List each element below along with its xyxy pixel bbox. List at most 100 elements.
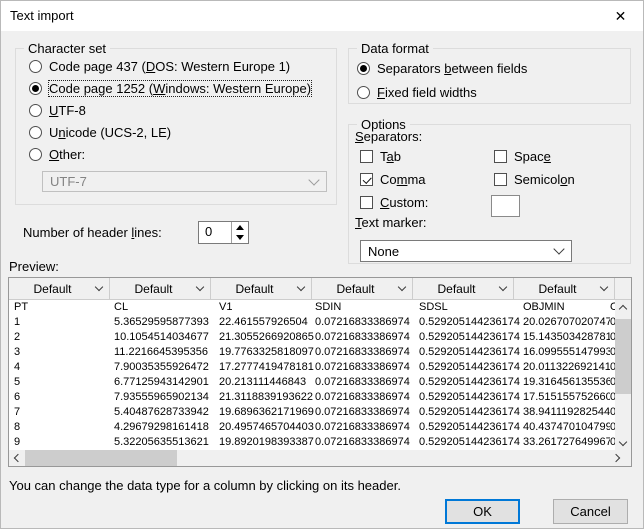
preview-cell: 20.0267070207477 bbox=[523, 315, 610, 330]
scrollbar-right-button[interactable] bbox=[609, 450, 625, 466]
chevron-down-icon bbox=[553, 243, 564, 254]
scrollbar-down-button[interactable] bbox=[615, 435, 631, 450]
radio-icon bbox=[29, 60, 42, 73]
vertical-scrollbar-thumb[interactable] bbox=[615, 319, 631, 394]
radio-label: Code page 1252 (Windows: Western Europe) bbox=[49, 81, 311, 96]
column-type-value: Default bbox=[110, 282, 197, 296]
column-type-select-partial[interactable] bbox=[615, 278, 631, 300]
preview-cell: 9 bbox=[14, 435, 114, 450]
checkbox-comma[interactable]: Comma bbox=[360, 171, 426, 188]
radio-codepage-437[interactable]: Code page 437 (DOS: Western Europe 1) bbox=[29, 58, 290, 75]
preview-data-area: PTCLV1SDINSDSLOBJMINO 15.365295958773932… bbox=[9, 300, 631, 450]
preview-cell: 5.40487628733942 bbox=[114, 405, 219, 420]
column-header: CL bbox=[114, 300, 219, 315]
radio-icon bbox=[357, 86, 370, 99]
checkbox-custom[interactable]: Custom: bbox=[360, 194, 428, 211]
checkbox-tab[interactable]: Tab bbox=[360, 148, 401, 165]
preview-cell: 0.529205144236174 bbox=[419, 345, 523, 360]
table-row: 84.2967929816141820.49574657044030.07216… bbox=[9, 420, 631, 435]
data-format-group-label: Data format bbox=[357, 41, 433, 56]
column-type-select[interactable]: Default bbox=[514, 278, 615, 300]
horizontal-scrollbar[interactable] bbox=[9, 450, 631, 466]
preview-cell: 6.77125943142901 bbox=[114, 375, 219, 390]
scrollbar-left-button[interactable] bbox=[9, 450, 25, 466]
checkbox-icon bbox=[494, 173, 507, 186]
text-marker-select[interactable]: None bbox=[360, 240, 572, 262]
chevron-down-icon bbox=[297, 282, 305, 290]
vertical-scrollbar[interactable] bbox=[615, 300, 631, 450]
preview-cell: 7.90035355926472 bbox=[114, 360, 219, 375]
preview-cell: 0.07216833386974 bbox=[315, 345, 419, 360]
radio-icon bbox=[29, 104, 42, 117]
column-type-selectors: Default Default Default Default Default … bbox=[9, 278, 631, 300]
title-bar: Text import ✕ bbox=[1, 1, 643, 31]
column-type-select[interactable]: Default bbox=[110, 278, 211, 300]
table-row: 15.3652959587739322.4615579265040.072168… bbox=[9, 315, 631, 330]
preview-cell: 0.529205144236174 bbox=[419, 315, 523, 330]
header-lines-spinner[interactable]: 0 bbox=[198, 221, 249, 244]
footer-hint: You can change the data type for a colum… bbox=[9, 478, 401, 493]
preview-cell: 17.5151557526602 bbox=[523, 390, 610, 405]
column-type-select[interactable]: Default bbox=[413, 278, 514, 300]
spinner-up-button[interactable] bbox=[232, 222, 248, 233]
preview-cell: 0.529205144236174 bbox=[419, 405, 523, 420]
preview-cell: 4 bbox=[14, 360, 114, 375]
column-type-select[interactable]: Default bbox=[9, 278, 110, 300]
preview-cell: 0.07216833386974 bbox=[315, 315, 419, 330]
radio-codepage-1252[interactable]: Code page 1252 (Windows: Western Europe) bbox=[29, 80, 311, 97]
preview-cell: 19.8920198393387 bbox=[219, 435, 315, 450]
preview-cell: 0.07216833386974 bbox=[315, 360, 419, 375]
chevron-down-icon bbox=[499, 282, 507, 290]
cancel-button-label: Cancel bbox=[570, 504, 610, 519]
checkbox-space[interactable]: Space bbox=[494, 148, 551, 165]
ok-button-label: OK bbox=[473, 504, 492, 519]
radio-icon bbox=[29, 148, 42, 161]
preview-cell: 2 bbox=[14, 330, 114, 345]
radio-label: Code page 437 (DOS: Western Europe 1) bbox=[49, 59, 290, 74]
column-type-value: Default bbox=[9, 282, 96, 296]
radio-separators-between-fields[interactable]: Separators between fields bbox=[357, 60, 527, 77]
close-button[interactable]: ✕ bbox=[598, 1, 643, 31]
radio-label: Separators between fields bbox=[377, 61, 527, 76]
column-header: V1 bbox=[219, 300, 315, 315]
checkbox-icon bbox=[360, 150, 373, 163]
radio-fixed-field-widths[interactable]: Fixed field widths bbox=[357, 84, 477, 101]
chevron-down-icon bbox=[308, 174, 319, 185]
other-encoding-combo: UTF-7 bbox=[42, 171, 327, 192]
column-type-value: Default bbox=[211, 282, 298, 296]
up-arrow-icon bbox=[236, 225, 244, 230]
preview-cell: 3 bbox=[14, 345, 114, 360]
radio-utf8[interactable]: UTF-8 bbox=[29, 102, 86, 119]
preview-table: Default Default Default Default Default … bbox=[8, 277, 632, 467]
custom-separator-input[interactable] bbox=[491, 195, 520, 217]
preview-cell: 21.3055266920865 bbox=[219, 330, 315, 345]
preview-cell: 1 bbox=[14, 315, 114, 330]
preview-cell: 7 bbox=[14, 405, 114, 420]
ok-button[interactable]: OK bbox=[445, 499, 520, 524]
preview-cell: 0.07216833386974 bbox=[315, 330, 419, 345]
checkbox-semicolon[interactable]: Semicolon bbox=[494, 171, 575, 188]
scrollbar-up-button[interactable] bbox=[615, 300, 631, 315]
preview-cell: 0.07216833386974 bbox=[315, 435, 419, 450]
preview-cell: 0.529205144236174 bbox=[419, 420, 523, 435]
column-type-select[interactable]: Default bbox=[211, 278, 312, 300]
column-type-select[interactable]: Default bbox=[312, 278, 413, 300]
preview-cell: 7.93555965902134 bbox=[114, 390, 219, 405]
radio-unicode-ucs2[interactable]: Unicode (UCS-2, LE) bbox=[29, 124, 171, 141]
radio-checked-icon bbox=[357, 62, 370, 75]
preview-cell: 0.07216833386974 bbox=[315, 405, 419, 420]
preview-cell: 0.07216833386974 bbox=[315, 390, 419, 405]
other-encoding-value: UTF-7 bbox=[50, 174, 310, 189]
checkbox-icon bbox=[360, 196, 373, 209]
spinner-down-button[interactable] bbox=[232, 233, 248, 244]
preview-cell: 19.7763325818097 bbox=[219, 345, 315, 360]
radio-other[interactable]: Other: bbox=[29, 146, 85, 163]
preview-cell: 22.461557926504 bbox=[219, 315, 315, 330]
horizontal-scrollbar-thumb[interactable] bbox=[25, 450, 177, 466]
cancel-button[interactable]: Cancel bbox=[553, 499, 628, 524]
radio-label: Unicode (UCS-2, LE) bbox=[49, 125, 171, 140]
preview-cell: 0.529205144236174 bbox=[419, 435, 523, 450]
checkbox-icon bbox=[494, 150, 507, 163]
preview-cell: 38.9411192825443 bbox=[523, 405, 610, 420]
preview-cell: 21.3118839193622 bbox=[219, 390, 315, 405]
